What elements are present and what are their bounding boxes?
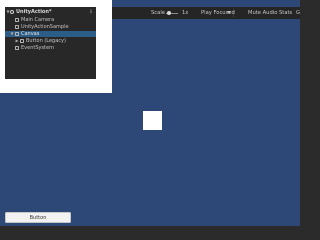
scene-name: UnityAction* <box>16 9 52 15</box>
gameobject-icon <box>15 45 19 50</box>
hierarchy-scene-row[interactable]: ▼ UnityAction* ⋮ <box>5 9 96 16</box>
unity-scene-icon <box>10 10 14 15</box>
game-button[interactable]: Button <box>5 212 71 223</box>
mute-audio-toggle[interactable]: Mute Audio <box>248 7 277 19</box>
hierarchy-item-canvas[interactable]: ▼ Canvas <box>5 30 96 38</box>
gameobject-icon <box>15 17 19 22</box>
scale-label: Scale <box>151 10 165 16</box>
hierarchy-item-eventsystem[interactable]: EventSystem <box>5 45 96 52</box>
play-mode-dropdown[interactable]: Play Focused <box>201 7 235 19</box>
game-view-toolbar: Scale 1x Play Focused Mute Audio Stats G <box>112 7 300 19</box>
game-white-square <box>143 111 162 130</box>
expand-arrow-icon[interactable]: ▼ <box>10 31 14 38</box>
hierarchy-item-button-legacy[interactable]: ▶ Button (Legacy) <box>5 38 96 45</box>
kebab-menu-icon[interactable]: ⋮ <box>89 9 94 16</box>
gameobject-icon <box>15 24 19 29</box>
hierarchy-item-main-camera[interactable]: Main Camera <box>5 17 96 24</box>
scale-slider-thumb[interactable] <box>167 10 171 15</box>
hierarchy-item-label: EventSystem <box>21 44 54 51</box>
hierarchy-item-unityactionsample[interactable]: UnityActionSample <box>5 24 96 31</box>
scale-value: 1x <box>182 10 189 16</box>
gameobject-icon <box>20 38 24 43</box>
unity-editor-window: Scale 1x Play Focused Mute Audio Stats G… <box>0 0 300 226</box>
stats-toggle[interactable]: Stats <box>279 7 292 19</box>
hierarchy-panel-frame: ▼ UnityAction* ⋮ Main Camera UnityAction… <box>0 0 112 93</box>
collapse-arrow-icon[interactable]: ▶ <box>15 38 19 45</box>
hierarchy-item-label: Main Camera <box>21 16 55 23</box>
gameobject-icon <box>15 31 19 36</box>
hierarchy-item-label: Button (Legacy) <box>26 37 66 44</box>
hierarchy-item-label: Canvas <box>21 30 40 37</box>
hierarchy-panel[interactable]: ▼ UnityAction* ⋮ Main Camera UnityAction… <box>5 7 96 79</box>
hierarchy-item-label: UnityActionSample <box>21 23 69 30</box>
gizmos-toggle[interactable]: G <box>296 7 300 19</box>
